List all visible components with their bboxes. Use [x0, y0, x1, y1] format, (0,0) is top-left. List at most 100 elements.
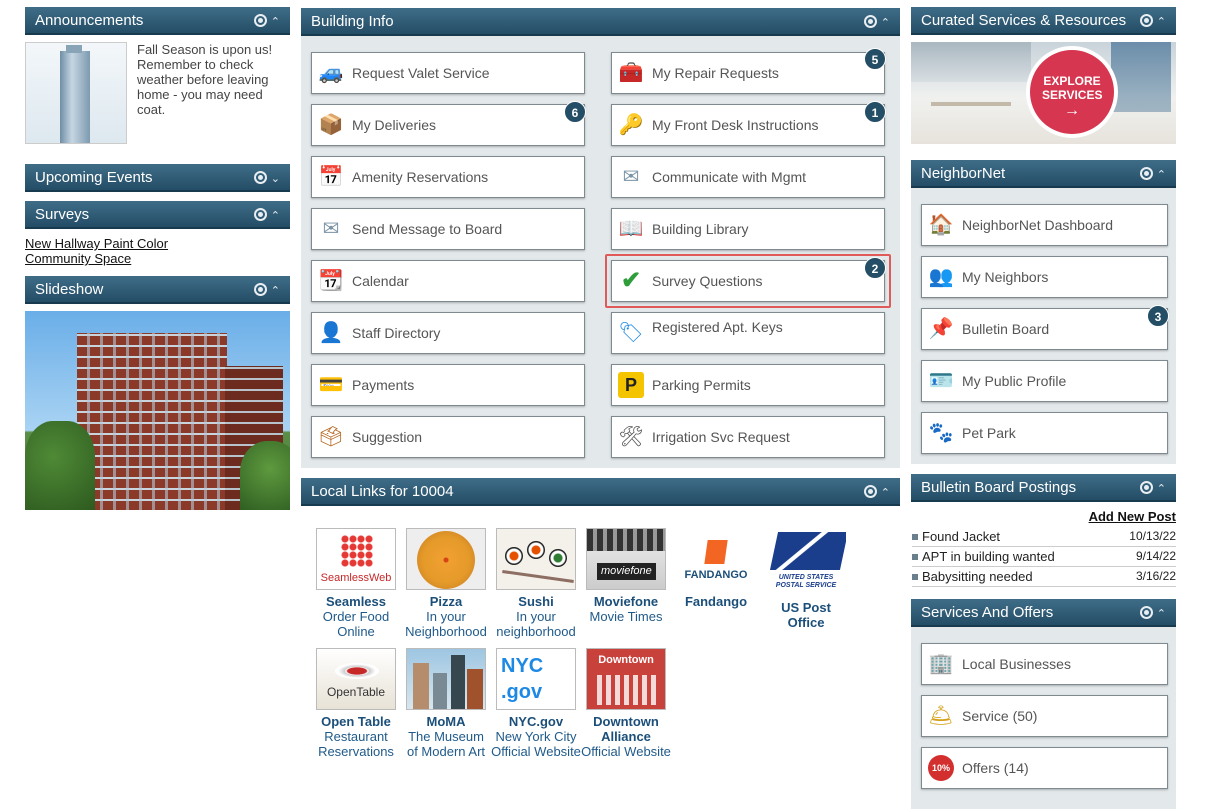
person-icon: 👤 [318, 322, 344, 344]
moviefone-logo: moviefone [586, 528, 666, 590]
chevron-up-icon[interactable]: ⌃ [1157, 475, 1170, 503]
tile-my-repair-requests[interactable]: 🧰 My Repair Requests [611, 52, 885, 94]
tile-pet-park[interactable]: 🐾 Pet Park [921, 412, 1168, 454]
moma-image [406, 648, 486, 710]
tile-amenity-reservations[interactable]: 📅 Amenity Reservations [311, 156, 585, 198]
tile-my-neighbors[interactable]: 👥 My Neighbors [921, 256, 1168, 298]
tile-survey-questions[interactable]: ✔ Survey Questions [611, 260, 885, 302]
explore-services-button[interactable]: EXPLORE SERVICES → [1026, 46, 1118, 138]
gear-icon[interactable] [253, 208, 267, 222]
tile-building-library[interactable]: 📖 Building Library [611, 208, 885, 250]
tile-neighbornet-dashboard[interactable]: 🏠 NeighborNet Dashboard [921, 204, 1168, 246]
tile-my-deliveries[interactable]: 📦 My Deliveries [311, 104, 585, 146]
chevron-up-icon[interactable]: ⌃ [1157, 161, 1170, 189]
slideshow-image[interactable] [25, 311, 290, 510]
tile-send-message-to-board[interactable]: ✉ Send Message to Board [311, 208, 585, 250]
tile-registered-apt-keys[interactable]: 🏷 Registered Apt. Keys [611, 312, 885, 354]
link-seamless[interactable]: SeamlessWeb Seamless Order Food Online [311, 528, 401, 639]
tile-payments[interactable]: 💳 Payments [311, 364, 585, 406]
link-moma[interactable]: MoMA The Museum of Modern Art [401, 648, 491, 759]
announcements-title: Announcements [35, 12, 144, 29]
tile-irrigation-svc-request[interactable]: 🛠 Irrigation Svc Request [611, 416, 885, 458]
link-moviefone[interactable]: moviefone Moviefone Movie Times [581, 528, 671, 624]
announcement-image [25, 42, 127, 144]
announcements-header: Announcements ⌃ [25, 7, 290, 35]
gear-icon[interactable] [863, 485, 877, 499]
local-links-title: Local Links for 10004 [311, 483, 454, 500]
chevron-up-icon[interactable]: ⌃ [271, 202, 284, 230]
calendar-grid-icon: 📅 [318, 166, 344, 188]
tile-local-businesses[interactable]: 🏢 Local Businesses [921, 643, 1168, 685]
nycgov-logo: NYC .gov [496, 648, 576, 710]
bulletin-postings-title: Bulletin Board Postings [921, 479, 1077, 496]
link-fandango[interactable]: FANDANGO Fandango [671, 528, 761, 609]
key-icon: 🔑 [618, 114, 644, 136]
chevron-up-icon[interactable]: ⌃ [881, 479, 894, 507]
announcement-text: Fall Season is upon us! Remember to chec… [137, 42, 273, 117]
tile-calendar[interactable]: 📆 Calendar [311, 260, 585, 302]
gear-icon[interactable] [863, 15, 877, 29]
gear-icon[interactable] [1139, 606, 1153, 620]
link-open-table[interactable]: OpenTable Open Table Restaurant Reservat… [311, 648, 401, 759]
post-item[interactable]: Babysitting needed 3/16/22 [912, 567, 1176, 587]
upcoming-events-header: Upcoming Events ⌄ [25, 164, 290, 192]
tile-bulletin-board[interactable]: 📌 Bulletin Board [921, 308, 1168, 350]
chevron-up-icon[interactable]: ⌃ [271, 8, 284, 36]
neighbornet-title: NeighborNet [921, 165, 1006, 182]
tile-request-valet-service[interactable]: 🚙 Request Valet Service [311, 52, 585, 94]
gear-icon[interactable] [1139, 167, 1153, 181]
tools-icon: 🛠 [618, 426, 644, 448]
gear-icon[interactable] [253, 171, 267, 185]
gear-icon[interactable] [1139, 14, 1153, 28]
link-us-post-office[interactable]: UNITED STATES POSTAL SERVICE US Post Off… [761, 528, 851, 630]
gear-icon[interactable] [253, 283, 267, 297]
suggestion-box-icon: 🗳 [318, 426, 344, 448]
slideshow-title: Slideshow [35, 281, 104, 298]
gear-icon[interactable] [253, 14, 267, 28]
chevron-up-icon[interactable]: ⌃ [881, 9, 894, 37]
chevron-down-icon[interactable]: ⌄ [271, 165, 284, 193]
link-downtown-alliance[interactable]: Downtown Downtown Alliance Official Webs… [581, 648, 671, 759]
local-links-header: Local Links for 10004 ⌃ [301, 478, 900, 506]
curated-header: Curated Services & Resources ⌃ [911, 7, 1176, 35]
envelope-icon: ✉ [322, 218, 340, 240]
tile-offers[interactable]: 10% Offers (14) [921, 747, 1168, 789]
chevron-up-icon[interactable]: ⌃ [1157, 600, 1170, 628]
curated-title: Curated Services & Resources [921, 12, 1127, 29]
arrow-right-icon: → [1064, 102, 1080, 119]
building-icon: 🏢 [928, 653, 954, 675]
tile-parking-permits[interactable]: P Parking Permits [611, 364, 885, 406]
calendar-icon: 📆 [318, 270, 344, 292]
gear-icon[interactable] [1139, 481, 1153, 495]
tile-service[interactable]: 🛎 Service (50) [921, 695, 1168, 737]
survey-link[interactable]: New Hallway Paint Color [25, 236, 168, 251]
post-item[interactable]: APT in building wanted 9/14/22 [912, 547, 1176, 567]
link-sushi[interactable]: Sushi In your neighborhood [491, 528, 581, 639]
front-desk-badge: 1 [864, 101, 886, 123]
tile-front-desk-instructions[interactable]: 🔑 My Front Desk Instructions [611, 104, 885, 146]
pizza-image [406, 528, 486, 590]
tile-suggestion[interactable]: 🗳 Suggestion [311, 416, 585, 458]
fandango-logo: FANDANGO [676, 528, 756, 590]
opentable-logo: OpenTable [316, 648, 396, 710]
add-new-post-link[interactable]: Add New Post [1086, 509, 1176, 524]
survey-link[interactable]: Community Space [25, 251, 131, 266]
tile-staff-directory[interactable]: 👤 Staff Directory [311, 312, 585, 354]
sushi-image [496, 528, 576, 590]
chevron-up-icon[interactable]: ⌃ [1157, 8, 1170, 36]
chevron-up-icon[interactable]: ⌃ [271, 277, 284, 305]
link-nyc-gov[interactable]: NYC .gov NYC.gov New York City Official … [491, 648, 581, 759]
curated-banner[interactable]: EXPLORE SERVICES → [911, 42, 1176, 144]
checkmark-icon: ✔ [620, 267, 642, 294]
building-info-header: Building Info ⌃ [301, 8, 900, 36]
envelope-icon: ✉ [622, 166, 640, 188]
service-bell-icon: 🛎 [928, 705, 954, 727]
post-item[interactable]: Found Jacket 10/13/22 [912, 527, 1176, 547]
tile-my-public-profile[interactable]: 🪪 My Public Profile [921, 360, 1168, 402]
services-header: Services And Offers ⌃ [911, 599, 1176, 627]
tile-communicate-with-mgmt[interactable]: ✉ Communicate with Mgmt [611, 156, 885, 198]
id-card-icon: 🪪 [928, 370, 954, 392]
discount-icon: 10% [928, 755, 954, 781]
link-pizza[interactable]: Pizza In your Neighborhood [401, 528, 491, 639]
seamless-logo: SeamlessWeb [316, 528, 396, 590]
